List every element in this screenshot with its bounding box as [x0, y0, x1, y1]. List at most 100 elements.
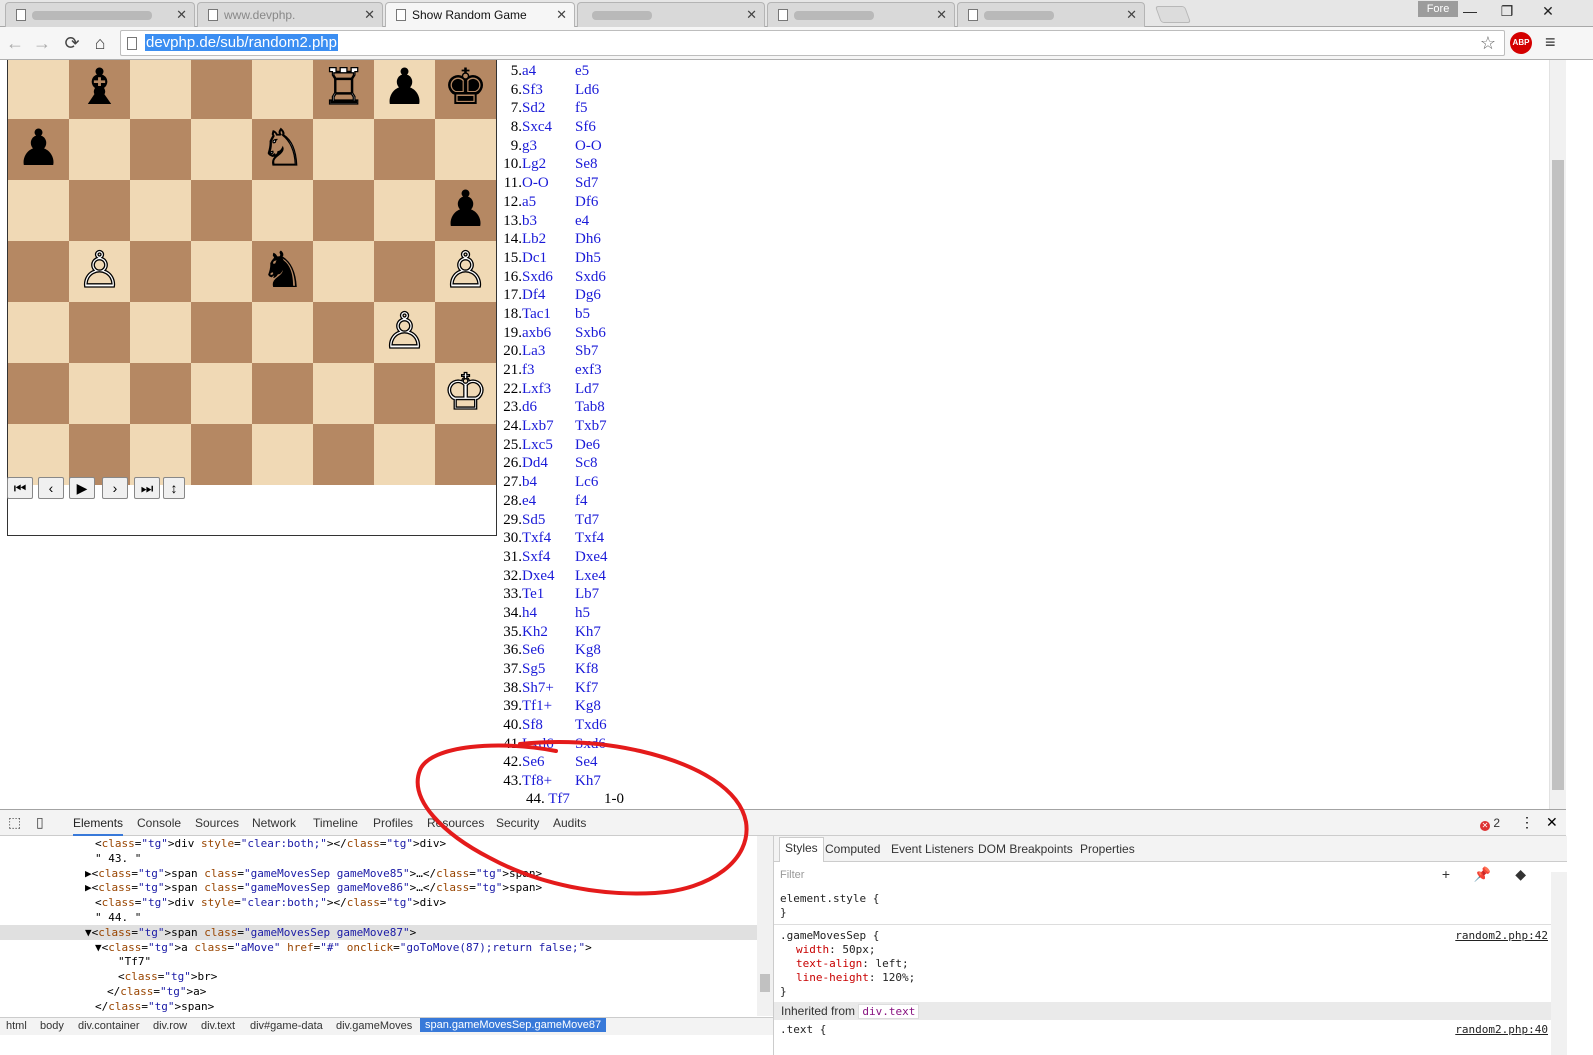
board-square[interactable]	[8, 241, 69, 302]
text-rule-source-link[interactable]: random2.php:40	[1455, 1023, 1548, 1036]
move-link-white[interactable]: a5	[522, 193, 536, 212]
move-link-white[interactable]: Te1	[522, 585, 544, 604]
scrollbar-thumb[interactable]	[760, 974, 770, 992]
board-square[interactable]	[374, 363, 435, 424]
move-link-black[interactable]: De6	[575, 436, 600, 455]
board-square[interactable]	[374, 424, 435, 485]
url-text[interactable]: devphp.de/sub/random2.php	[145, 34, 338, 51]
move-link-black[interactable]: Sxd6	[575, 735, 606, 754]
board-square[interactable]	[130, 302, 191, 363]
tab-close-icon[interactable]: ✕	[746, 7, 757, 23]
tab-audits[interactable]: Audits	[553, 816, 586, 830]
styles-scrollbar[interactable]	[1551, 872, 1567, 1055]
board-square[interactable]	[8, 180, 69, 241]
close-window-button[interactable]: ✕	[1533, 3, 1563, 20]
move-link-white[interactable]: Se6	[522, 641, 545, 660]
css-property-value[interactable]: : 50px;	[829, 943, 875, 956]
move-link-white[interactable]: Lxc5	[522, 436, 553, 455]
board-square[interactable]	[252, 180, 313, 241]
move-link-white[interactable]: Tac1	[522, 305, 551, 324]
move-link-black[interactable]: Kf8	[575, 660, 598, 679]
board-square[interactable]: ♙	[69, 240, 130, 302]
breadcrumb-item[interactable]: html	[6, 1020, 27, 1032]
move-link-black[interactable]: Kf7	[575, 679, 598, 698]
first-move-button[interactable]: ⏮	[7, 477, 33, 499]
board-square[interactable]: ♝	[69, 60, 130, 119]
white-piece-icon[interactable]: ♙	[381, 301, 427, 360]
error-counter[interactable]: ✕ 2	[1480, 816, 1500, 831]
board-square[interactable]	[191, 119, 252, 180]
move-link-black[interactable]: exf3	[575, 361, 602, 380]
board-square[interactable]	[252, 302, 313, 363]
adblock-icon[interactable]: ABP	[1510, 32, 1532, 54]
browser-tab-6[interactable]: ✕	[957, 2, 1145, 27]
dom-node[interactable]: ▶<class="tg">span class="gameMovesSep ga…	[85, 866, 542, 881]
move-link-black[interactable]: e5	[575, 62, 589, 81]
bookmark-star-icon[interactable]: ☆	[1480, 33, 1496, 54]
previous-move-button[interactable]: ‹	[38, 477, 64, 499]
board-square[interactable]	[130, 424, 191, 485]
style-tools-icons[interactable]: + 📌 ◆	[1442, 866, 1536, 883]
dom-node[interactable]: <class="tg">div style="clear:both;"></cl…	[95, 895, 446, 910]
move-link-white[interactable]: Dxe4	[522, 567, 555, 586]
flip-board-button[interactable]: ↕	[163, 477, 185, 499]
profile-button[interactable]: Fore	[1418, 1, 1458, 17]
board-square[interactable]	[313, 119, 374, 180]
dom-node[interactable]: " 43. "	[95, 851, 141, 866]
board-square[interactable]	[252, 60, 313, 119]
next-move-button[interactable]: ›	[102, 477, 128, 499]
move-link-white[interactable]: Sf3	[522, 81, 543, 100]
board-square[interactable]: ♚	[435, 60, 496, 119]
css-declaration[interactable]: text-align: left;	[796, 957, 909, 971]
devtools-close-icon[interactable]: ✕	[1546, 814, 1558, 831]
minimize-button[interactable]: —	[1455, 3, 1485, 19]
css-property-name[interactable]: text-align	[796, 957, 862, 970]
black-piece-icon[interactable]: ♝	[77, 60, 122, 116]
white-piece-icon[interactable]: ♖	[320, 60, 366, 117]
white-piece-icon[interactable]: ♙	[76, 240, 122, 299]
tab-dom-breakpoints[interactable]: DOM Breakpoints	[978, 842, 1073, 856]
move-link-black[interactable]: b5	[575, 305, 590, 324]
black-piece-icon[interactable]: ♟	[382, 60, 427, 116]
board-square[interactable]	[191, 60, 252, 119]
move-link-white[interactable]: La3	[522, 342, 545, 361]
move-link-white[interactable]: Lxf3	[522, 380, 551, 399]
move-link-black[interactable]: Sd7	[575, 174, 598, 193]
dom-node[interactable]: "Tf7"	[118, 954, 151, 969]
css-property-value[interactable]: : left;	[862, 957, 908, 970]
board-square[interactable]	[252, 424, 313, 485]
forward-arrow-icon[interactable]: →	[31, 33, 53, 54]
css-property-name[interactable]: width	[796, 943, 829, 956]
move-link-white[interactable]: Sg5	[522, 660, 545, 679]
move-link-black[interactable]: Sxd6	[575, 268, 606, 287]
board-square[interactable]: ♘	[252, 118, 313, 180]
home-icon[interactable]: ⌂	[89, 33, 111, 54]
move-link-white[interactable]: Txf4	[522, 529, 551, 548]
board-square[interactable]	[313, 363, 374, 424]
css-property-value[interactable]: : 120%;	[869, 971, 915, 984]
dom-node[interactable]: ▼<class="tg">a class="aMove" href="#" on…	[95, 940, 592, 955]
move-link-white[interactable]: d6	[522, 398, 537, 417]
move-link-black[interactable]: Sb7	[575, 342, 598, 361]
board-square[interactable]	[374, 119, 435, 180]
white-piece-icon[interactable]: ♘	[259, 118, 305, 177]
move-link-black[interactable]: f5	[575, 99, 588, 118]
dom-node[interactable]: " 44. "	[95, 910, 141, 925]
board-square[interactable]	[8, 60, 69, 119]
board-square[interactable]	[313, 241, 374, 302]
tab-close-icon[interactable]: ✕	[1126, 7, 1137, 23]
board-square[interactable]	[374, 180, 435, 241]
tab-computed[interactable]: Computed	[825, 842, 880, 856]
element-style-rule[interactable]: element.style { }	[780, 892, 879, 920]
move-link[interactable]: Tf7	[548, 791, 570, 807]
new-tab-button[interactable]	[1154, 6, 1192, 23]
board-square[interactable]	[313, 180, 374, 241]
board-square[interactable]	[69, 119, 130, 180]
breadcrumb-item[interactable]: div.container	[78, 1020, 140, 1032]
dom-scrollbar[interactable]	[757, 836, 773, 1016]
board-square[interactable]	[69, 180, 130, 241]
move-link-white[interactable]: Df4	[522, 286, 545, 305]
board-square[interactable]	[435, 119, 496, 180]
move-link-black[interactable]: O-O	[575, 137, 602, 156]
css-declaration[interactable]: width: 50px;	[796, 943, 875, 957]
